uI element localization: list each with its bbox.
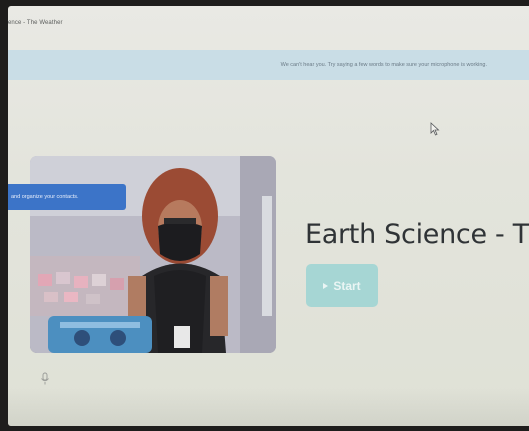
app-window: ence - The Weather We can't hear you. Tr… [8, 6, 529, 426]
screen-bottom-edge [8, 388, 529, 426]
mouse-pointer-icon [430, 122, 440, 136]
tab-title[interactable]: ence - The Weather [8, 20, 63, 26]
contacts-tooltip[interactable]: and organize your contacts. [8, 184, 126, 210]
microphone-warning-text: We can't hear you. Try saying a few word… [280, 62, 487, 68]
contacts-tooltip-text: and organize your contacts. [11, 194, 79, 200]
start-button[interactable]: Start [306, 264, 378, 307]
play-icon [323, 282, 329, 289]
start-button-content: Start [306, 264, 378, 307]
microphone-warning-banner: We can't hear you. Try saying a few word… [8, 50, 529, 80]
meeting-title: Earth Science - The [305, 219, 529, 250]
microphone-icon[interactable] [40, 372, 50, 386]
start-button-label: Start [333, 278, 361, 293]
